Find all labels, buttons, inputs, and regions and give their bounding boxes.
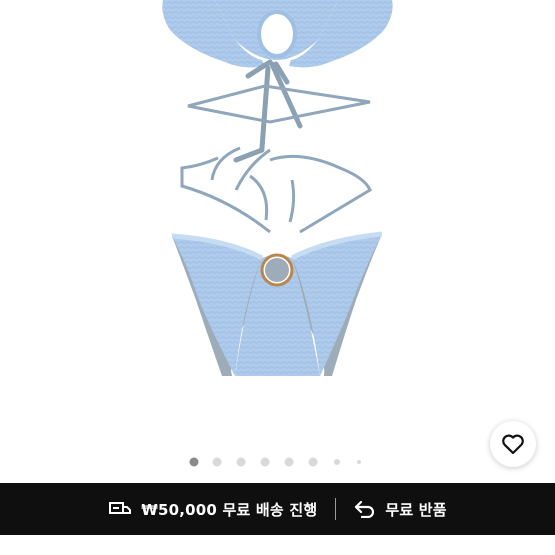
free-shipping-info: ₩50,000 무료 배송 진행: [108, 499, 317, 520]
carousel-pagination: [0, 456, 555, 468]
shipping-info-bar: ₩50,000 무료 배송 진행 무료 반품: [0, 483, 555, 535]
free-return-info: 무료 반품: [354, 499, 447, 520]
bottom-strip: [0, 535, 555, 555]
carousel-dot[interactable]: [212, 457, 222, 467]
heart-outline-icon: [502, 434, 524, 455]
return-arrow-icon: [355, 500, 375, 518]
carousel-dot[interactable]: [357, 460, 361, 464]
carousel-dot[interactable]: [260, 457, 270, 467]
product-image-gallery[interactable]: [0, 0, 555, 483]
product-image: [162, 0, 393, 376]
info-divider: [335, 498, 337, 520]
free-shipping-text: ₩50,000 무료 배송 진행: [141, 500, 318, 519]
wishlist-button[interactable]: [490, 421, 536, 467]
free-return-text: 무료 반품: [385, 500, 447, 519]
carousel-dot[interactable]: [189, 457, 199, 467]
carousel-dot[interactable]: [308, 457, 318, 467]
delivery-truck-icon: [109, 502, 132, 514]
carousel-dot[interactable]: [236, 457, 246, 467]
carousel-dot[interactable]: [334, 459, 340, 465]
carousel-dot[interactable]: [284, 457, 294, 467]
